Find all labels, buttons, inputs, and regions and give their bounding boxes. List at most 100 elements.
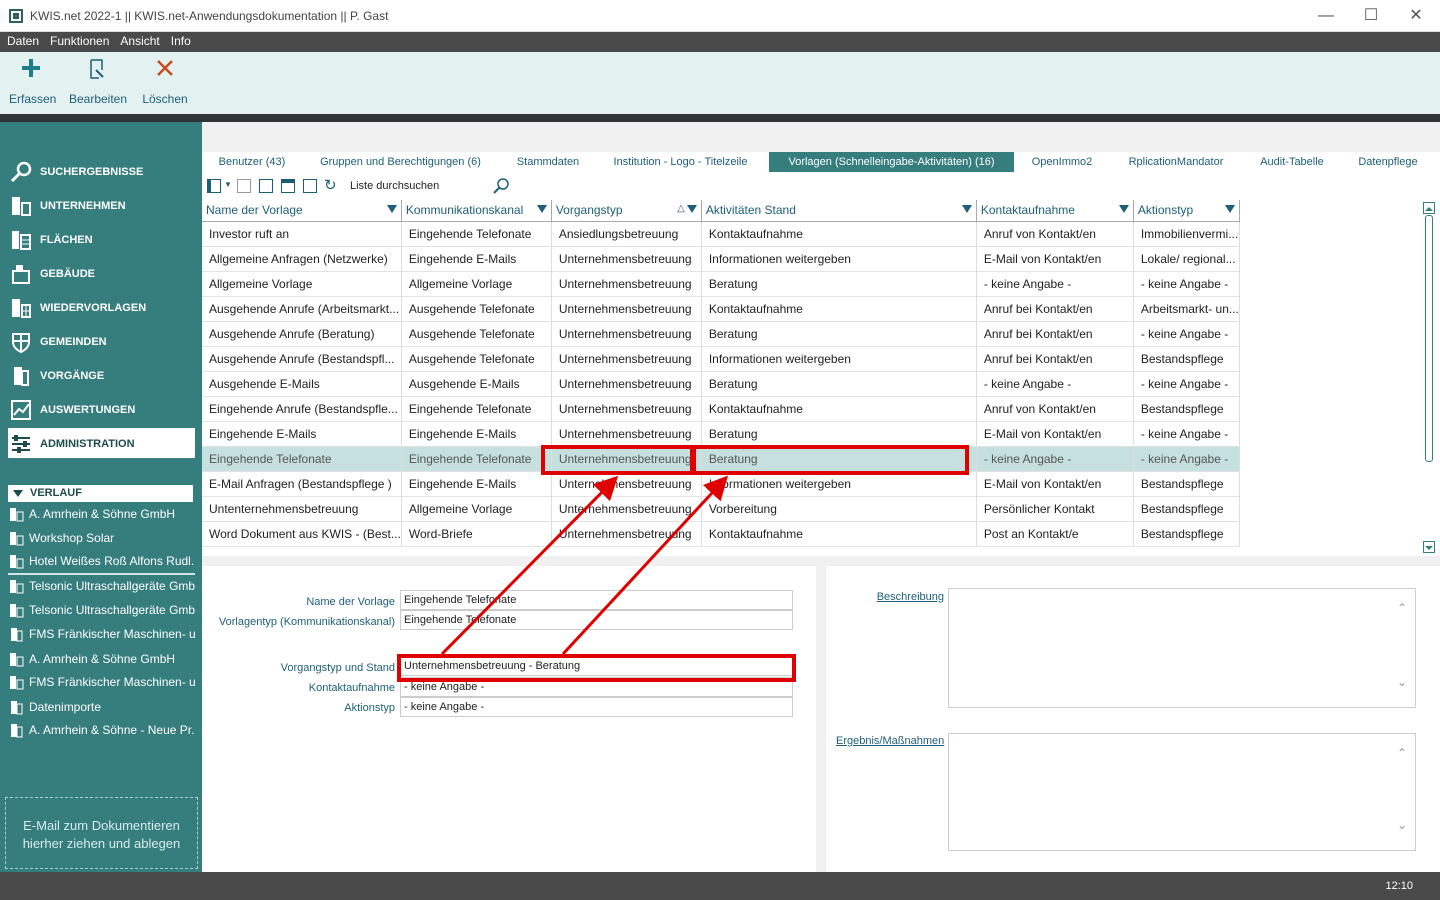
table-cell[interactable]: - keine Angabe - xyxy=(1133,446,1240,472)
refresh-icon[interactable]: ↻ xyxy=(324,176,337,194)
sort-asc-icon[interactable]: △ xyxy=(677,203,685,214)
table-row[interactable]: Eingehende Anrufe (Bestandspfle... Eingeh… xyxy=(202,396,1240,422)
table-cell[interactable]: Ausgehende Anrufe (Bestandspfl... xyxy=(202,346,402,372)
table-icon[interactable] xyxy=(281,179,295,193)
table-cell[interactable]: Unternehmensbetreuung xyxy=(551,271,702,297)
table-cell[interactable]: - keine Angabe - xyxy=(976,271,1134,297)
table-cell[interactable]: - keine Angabe - xyxy=(1133,421,1240,447)
table-cell[interactable]: Eingehende E-Mails xyxy=(401,471,552,497)
description-link[interactable]: Beschreibung xyxy=(836,591,944,603)
menu-funktionen[interactable]: Funktionen xyxy=(43,32,113,48)
tab-stammdaten[interactable]: Stammdaten xyxy=(508,152,588,172)
grid-scrollbar[interactable] xyxy=(1420,200,1438,556)
filter-icon[interactable] xyxy=(536,205,547,213)
table-cell[interactable]: - keine Angabe - xyxy=(976,446,1134,472)
table-cell[interactable]: Unternehmensbetreuung xyxy=(551,396,702,422)
edit-button[interactable]: Bearbeiten xyxy=(68,58,128,106)
table-cell[interactable]: E-Mail von Kontakt/en xyxy=(976,421,1134,447)
col-header-name[interactable]: Name der Vorlage xyxy=(202,200,402,222)
table-cell[interactable]: Allgemeine Vorlage xyxy=(202,271,402,297)
table-cell[interactable]: Beratung xyxy=(701,271,977,297)
col-header-activity[interactable]: Aktivitäten Stand xyxy=(701,200,977,222)
table-cell[interactable]: Kontaktaufnahme xyxy=(701,296,977,322)
nav-flaechen[interactable]: FLÄCHEN xyxy=(8,224,195,254)
tab-audit[interactable]: Audit-Tabelle xyxy=(1252,152,1332,172)
scroll-up-icon[interactable] xyxy=(1423,202,1435,214)
table-cell[interactable]: Unternehmensbetreuung xyxy=(551,421,702,447)
table-row[interactable]: Eingehende E-Mails Eingehende E-Mails Unte… xyxy=(202,421,1240,447)
table-cell[interactable]: Unternehmensbetreuung xyxy=(551,296,702,322)
table-cell[interactable]: Ansiedlungsbetreuung xyxy=(551,221,702,247)
search-input[interactable]: Liste durchsuchen xyxy=(350,178,510,195)
table-cell[interactable]: Beratung xyxy=(701,446,977,472)
table-cell[interactable]: Anruf bei Kontakt/en xyxy=(976,346,1134,372)
tab-benutzer[interactable]: Benutzer (43) xyxy=(212,152,292,172)
description-textarea[interactable]: ⌃ ⌄ xyxy=(948,588,1416,708)
history-item[interactable]: A. Amrhein & Söhne - Neue Pr... xyxy=(8,720,195,742)
history-item[interactable]: Telsonic Ultraschallgeräte Gmb... xyxy=(8,576,195,598)
close-icon[interactable]: ✕ xyxy=(1396,4,1436,28)
scroll-down-icon[interactable] xyxy=(1423,541,1435,553)
table-cell[interactable]: - keine Angabe - xyxy=(1133,271,1240,297)
table-cell[interactable]: Eingehende Telefonate xyxy=(401,396,552,422)
table-cell[interactable]: Beratung xyxy=(701,371,977,397)
maximize-icon[interactable]: ☐ xyxy=(1351,4,1391,28)
table-cell[interactable]: Ausgehende Telefonate xyxy=(401,346,552,372)
table-cell[interactable]: Kontaktaufnahme xyxy=(701,521,977,547)
table-cell[interactable]: Kontaktaufnahme xyxy=(701,221,977,247)
scroll-up-icon[interactable]: ⌃ xyxy=(1397,601,1407,615)
table-cell[interactable]: Unternehmensbetreuung xyxy=(551,346,702,372)
nav-wiedervorlagen[interactable]: WIEDERVORLAGEN xyxy=(8,292,195,322)
process-type-field[interactable]: Unternehmensbetreuung - Beratung xyxy=(400,656,793,676)
table-row[interactable]: Ausgehende Anrufe (Bestandspfl... Ausgehe… xyxy=(202,346,1240,372)
table-row[interactable]: Untenternehmensbetreuung Allgemeine Vorla… xyxy=(202,496,1240,522)
table-cell[interactable]: Eingehende Telefonate xyxy=(401,221,552,247)
table-cell[interactable]: Allgemeine Anfragen (Netzwerke) xyxy=(202,246,402,272)
result-textarea[interactable]: ⌃ ⌄ xyxy=(948,733,1416,851)
history-item[interactable]: FMS Fränkischer Maschinen- u... xyxy=(8,624,195,646)
table-cell[interactable]: Unternehmensbetreuung xyxy=(551,471,702,497)
nav-unternehmen[interactable]: UNTERNEHMEN xyxy=(8,190,195,220)
table-cell[interactable]: Unternehmensbetreuung xyxy=(551,321,702,347)
history-item[interactable]: A. Amrhein & Söhne GmbH xyxy=(8,649,195,671)
table-cell[interactable]: Bestandspflege xyxy=(1133,396,1240,422)
table-cell[interactable]: Unternehmensbetreuung xyxy=(551,246,702,272)
add-button[interactable]: Erfassen xyxy=(9,58,56,106)
table-cell[interactable]: Bestandspflege xyxy=(1133,346,1240,372)
menu-ansicht[interactable]: Ansicht xyxy=(113,32,163,48)
filter-icon[interactable] xyxy=(1224,205,1235,213)
table-cell[interactable]: Unternehmensbetreuung xyxy=(551,371,702,397)
table-cell[interactable]: Unternehmensbetreuung xyxy=(551,521,702,547)
table-cell[interactable]: Allgemeine Vorlage xyxy=(401,271,552,297)
table-cell[interactable]: Unternehmensbetreuung xyxy=(551,446,702,472)
template-type-field[interactable]: Eingehende Telefonate xyxy=(400,610,793,630)
table-cell[interactable]: Eingehende E-Mails xyxy=(401,421,552,447)
table-row[interactable]: E-Mail Anfragen (Bestandspflege ) Eingehe… xyxy=(202,471,1240,497)
tab-vorlagen[interactable]: Vorlagen (Schnelleingabe-Aktivitäten) (1… xyxy=(769,152,1014,172)
expand-icon[interactable] xyxy=(303,179,317,193)
history-item[interactable]: Hotel Weißes Roß Alfons Rudl... xyxy=(8,551,195,573)
nav-auswertungen[interactable]: AUSWERTUNGEN xyxy=(8,394,195,424)
table-row[interactable]: Eingehende Telefonate Eingehende Telefona… xyxy=(202,446,1240,472)
nav-gemeinden[interactable]: GEMEINDEN xyxy=(8,326,195,356)
table-cell[interactable]: E-Mail von Kontakt/en xyxy=(976,471,1134,497)
delete-button[interactable]: Löschen xyxy=(142,58,188,106)
menu-daten[interactable]: Daten xyxy=(0,32,43,48)
table-cell[interactable]: Eingehende Anrufe (Bestandspfle... xyxy=(202,396,402,422)
history-item[interactable]: Workshop Solar xyxy=(8,528,195,550)
table-cell[interactable]: Informationen weitergeben xyxy=(701,471,977,497)
tab-institution[interactable]: Institution - Logo - Titelzeile xyxy=(608,152,753,172)
minimize-icon[interactable]: — xyxy=(1306,4,1346,28)
table-cell[interactable]: Beratung xyxy=(701,421,977,447)
table-cell[interactable]: Lokale/ regional... xyxy=(1133,246,1240,272)
table-cell[interactable]: - keine Angabe - xyxy=(976,371,1134,397)
email-dropzone[interactable]: E-Mail zum Dokumentieren hierher ziehen … xyxy=(5,797,198,869)
table-cell[interactable]: Allgemeine Vorlage xyxy=(401,496,552,522)
scroll-thumb[interactable] xyxy=(1425,215,1433,462)
table-cell[interactable]: Kontaktaufnahme xyxy=(701,396,977,422)
nav-vorgaenge[interactable]: VORGÄNGE xyxy=(8,360,195,390)
history-item[interactable]: FMS Fränkischer Maschinen- u... xyxy=(8,672,195,694)
history-header[interactable]: VERLAUF xyxy=(8,485,193,502)
table-cell[interactable]: Immobilienvermi... xyxy=(1133,221,1240,247)
template-name-field[interactable]: Eingehende Telefonate xyxy=(400,590,793,610)
